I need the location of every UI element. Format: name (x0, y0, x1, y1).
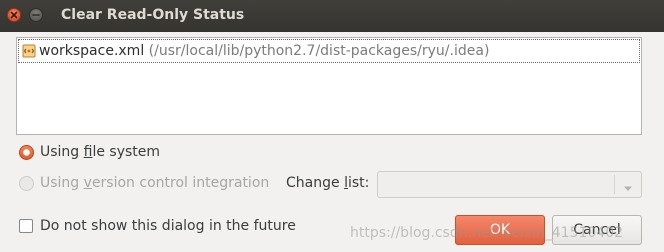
file-list[interactable]: workspace.xml (/usr/local/lib/python2.7/… (16, 37, 642, 135)
radio-version-control-label: Using version control integration (40, 175, 270, 191)
radio-file-system-label: Using file system (40, 144, 161, 160)
radio-button-disabled (19, 176, 34, 191)
minimize-icon[interactable] (29, 8, 43, 22)
file-name: workspace.xml (39, 43, 145, 59)
file-entry-text: workspace.xml (/usr/local/lib/python2.7/… (39, 43, 489, 59)
dont-show-label: Do not show this dialog in the future (40, 218, 296, 234)
file-path: (/usr/local/lib/python2.7/dist-packages/… (144, 43, 490, 59)
chevron-down-icon (623, 181, 633, 197)
dialog-window: Clear Read-Only Status workspace.xml (/u… (0, 0, 664, 252)
file-list-item[interactable]: workspace.xml (/usr/local/lib/python2.7/… (18, 39, 640, 63)
ok-button[interactable]: OK (455, 215, 545, 245)
change-list-label: Change list: (286, 175, 370, 191)
radio-button-selected[interactable] (19, 145, 34, 160)
xml-file-icon (22, 44, 36, 58)
change-list-dropdown (377, 171, 642, 198)
dropdown-divider (614, 175, 615, 194)
window-title: Clear Read-Only Status (61, 7, 245, 23)
close-icon[interactable] (7, 8, 21, 22)
cancel-button[interactable]: Cancel (552, 215, 642, 245)
dont-show-checkbox[interactable] (19, 219, 33, 233)
title-bar: Clear Read-Only Status (0, 0, 664, 32)
